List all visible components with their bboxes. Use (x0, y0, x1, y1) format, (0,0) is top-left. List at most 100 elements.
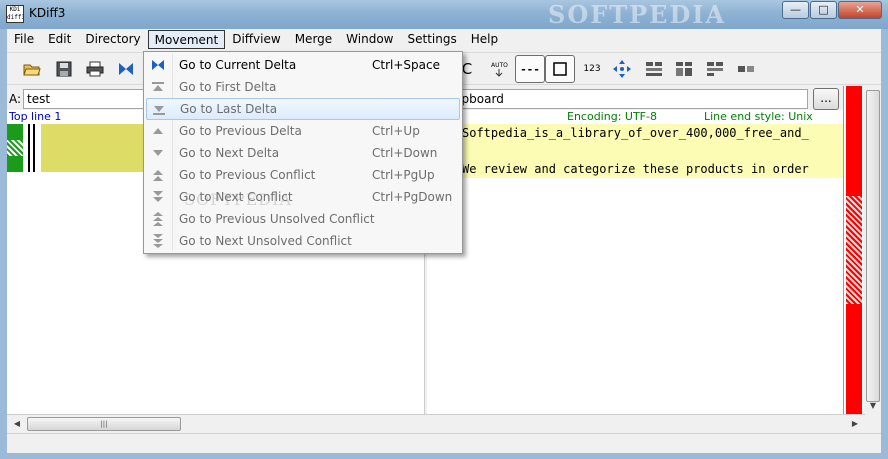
wordwrap-icon (613, 60, 631, 78)
diff-overview-bar[interactable] (843, 86, 863, 414)
status-bar (7, 433, 881, 453)
right-file-input[interactable]: m Clipboard (427, 89, 808, 109)
menu-item-shortcut: Ctrl+Space (372, 58, 440, 72)
go-current-icon (119, 63, 133, 75)
code-line[interactable]: Softpedia_is_a_library_of_over_400,000_f… (427, 124, 843, 142)
menu-go-previous-conflict[interactable]: Go to Previous Conflict Ctrl+PgUp (146, 164, 460, 186)
overview-icon (738, 66, 754, 72)
code-line[interactable]: We review and categorize these products … (427, 160, 843, 178)
movement-menu: Go to Current Delta Ctrl+Space Go to Fir… (143, 51, 463, 254)
right-diff-pane: m Clipboard ... e 1 Encoding: UTF-8 Line… (427, 86, 843, 414)
menu-go-last-delta[interactable]: Go to Last Delta (146, 98, 460, 120)
left-gutter-marker (7, 156, 23, 172)
overview-button[interactable] (733, 56, 759, 82)
auto-button[interactable]: AUTO (486, 56, 512, 82)
menu-item-shortcut: Ctrl+Down (372, 146, 438, 160)
first-delta-icon (150, 79, 166, 95)
save-icon (56, 61, 72, 77)
current-delta-icon (150, 57, 166, 73)
overview-visible-range (846, 196, 862, 304)
show-whitespace-icon: --- (520, 62, 540, 76)
go-current-button[interactable] (113, 56, 139, 82)
menu-help[interactable]: Help (464, 30, 505, 49)
menu-go-next-unsolved-conflict[interactable]: Go to Next Unsolved Conflict (146, 230, 460, 252)
menu-go-current-delta[interactable]: Go to Current Delta Ctrl+Space (146, 54, 460, 76)
show-space-button[interactable] (545, 55, 575, 83)
minimize-button[interactable]: — (782, 1, 809, 19)
menu-item-label: Go to Next Delta (179, 146, 280, 160)
menu-go-previous-unsolved-conflict[interactable]: Go to Previous Unsolved Conflict (146, 208, 460, 230)
open-button[interactable] (19, 56, 45, 82)
menu-go-next-delta[interactable]: Go to Next Delta Ctrl+Down (146, 142, 460, 164)
window-controls: — □ ✕ (781, 1, 882, 19)
scroll-left-arrow[interactable]: ◀ (9, 416, 25, 432)
print-icon (86, 61, 104, 77)
window-frame-bottom (0, 453, 888, 459)
left-file-label: A: (9, 92, 22, 106)
left-file-input[interactable]: test (23, 89, 158, 109)
close-button[interactable]: ✕ (838, 1, 882, 19)
prev-conflict-icon (150, 167, 166, 183)
line-numbers-button[interactable]: 123 (579, 56, 605, 82)
browse-button[interactable]: ... (813, 88, 839, 110)
menu-item-label: Go to Previous Delta (179, 124, 302, 138)
split-button[interactable] (641, 56, 667, 82)
svg-text:AUTO: AUTO (491, 62, 508, 69)
watermark: SOFTPEDIA (548, 0, 727, 29)
split-vertical-button[interactable] (702, 56, 728, 82)
menu-merge[interactable]: Merge (288, 30, 339, 49)
prev-unsolved-icon (150, 211, 166, 227)
encoding-label: Encoding: UTF-8 (567, 110, 657, 123)
code-line[interactable] (427, 142, 843, 160)
vertical-scrollbar[interactable]: ▼ (865, 86, 881, 414)
right-info-row: e 1 Encoding: UTF-8 Line end style: Unix (427, 110, 843, 124)
next-conflict-icon (150, 189, 166, 205)
print-button[interactable] (82, 56, 108, 82)
menu-item-shortcut: Ctrl+Up (372, 124, 420, 138)
vertical-scroll-thumb[interactable] (866, 90, 880, 402)
menu-file[interactable]: File (7, 30, 41, 49)
menu-diffview[interactable]: Diffview (225, 30, 287, 49)
left-delta-bar (33, 124, 35, 172)
wordwrap-button[interactable] (609, 56, 635, 82)
open-icon (23, 64, 41, 76)
menu-go-first-delta[interactable]: Go to First Delta (146, 76, 460, 98)
show-space-icon (553, 62, 567, 76)
menu-watermark: SOFTPEDIA (184, 190, 292, 209)
menu-item-label: Go to Previous Unsolved Conflict (179, 212, 375, 226)
auto-icon: AUTO (491, 62, 508, 77)
app-icon: KDi diff3 (6, 5, 24, 23)
window-frame-right (881, 29, 888, 459)
menu-movement[interactable]: Movement (147, 30, 226, 49)
window-frame-left (0, 29, 7, 459)
prev-delta-icon (150, 123, 166, 139)
split-vertical-icon (707, 62, 723, 76)
menu-directory[interactable]: Directory (78, 30, 147, 49)
menu-settings[interactable]: Settings (401, 30, 464, 49)
menu-item-label: Go to Previous Conflict (179, 168, 316, 182)
menu-item-label: Go to First Delta (179, 80, 277, 94)
overview-delta (846, 304, 862, 414)
horizontal-scroll-thumb[interactable]: ||| (27, 417, 181, 431)
show-whitespace-button[interactable]: --- (515, 55, 545, 83)
window-title: KDiff3 (29, 6, 66, 20)
save-button[interactable] (51, 56, 77, 82)
left-top-line: Top line 1 (9, 110, 62, 123)
menu-item-label: Go to Next Unsolved Conflict (179, 234, 352, 248)
menu-go-previous-delta[interactable]: Go to Previous Delta Ctrl+Up (146, 120, 460, 142)
left-gutter-hatch (7, 140, 23, 156)
select-c-icon: C (461, 60, 473, 78)
horizontal-scrollbar[interactable]: ◀ ||| ▶ (7, 414, 865, 432)
menu-item-label: Go to Current Delta (179, 58, 297, 72)
scroll-right-arrow[interactable]: ▶ (847, 416, 863, 432)
menu-window[interactable]: Window (339, 30, 400, 49)
menu-item-shortcut: Ctrl+PgUp (372, 168, 435, 182)
maximize-button[interactable]: □ (810, 1, 837, 19)
menu-item-label: Go to Last Delta (180, 102, 278, 116)
split-horizontal-button[interactable] (671, 56, 697, 82)
right-file-row: m Clipboard ... (427, 86, 843, 110)
menu-edit[interactable]: Edit (41, 30, 78, 49)
scroll-down-arrow[interactable]: ▼ (865, 398, 881, 414)
next-unsolved-icon (150, 233, 166, 249)
overview-delta (846, 86, 862, 196)
